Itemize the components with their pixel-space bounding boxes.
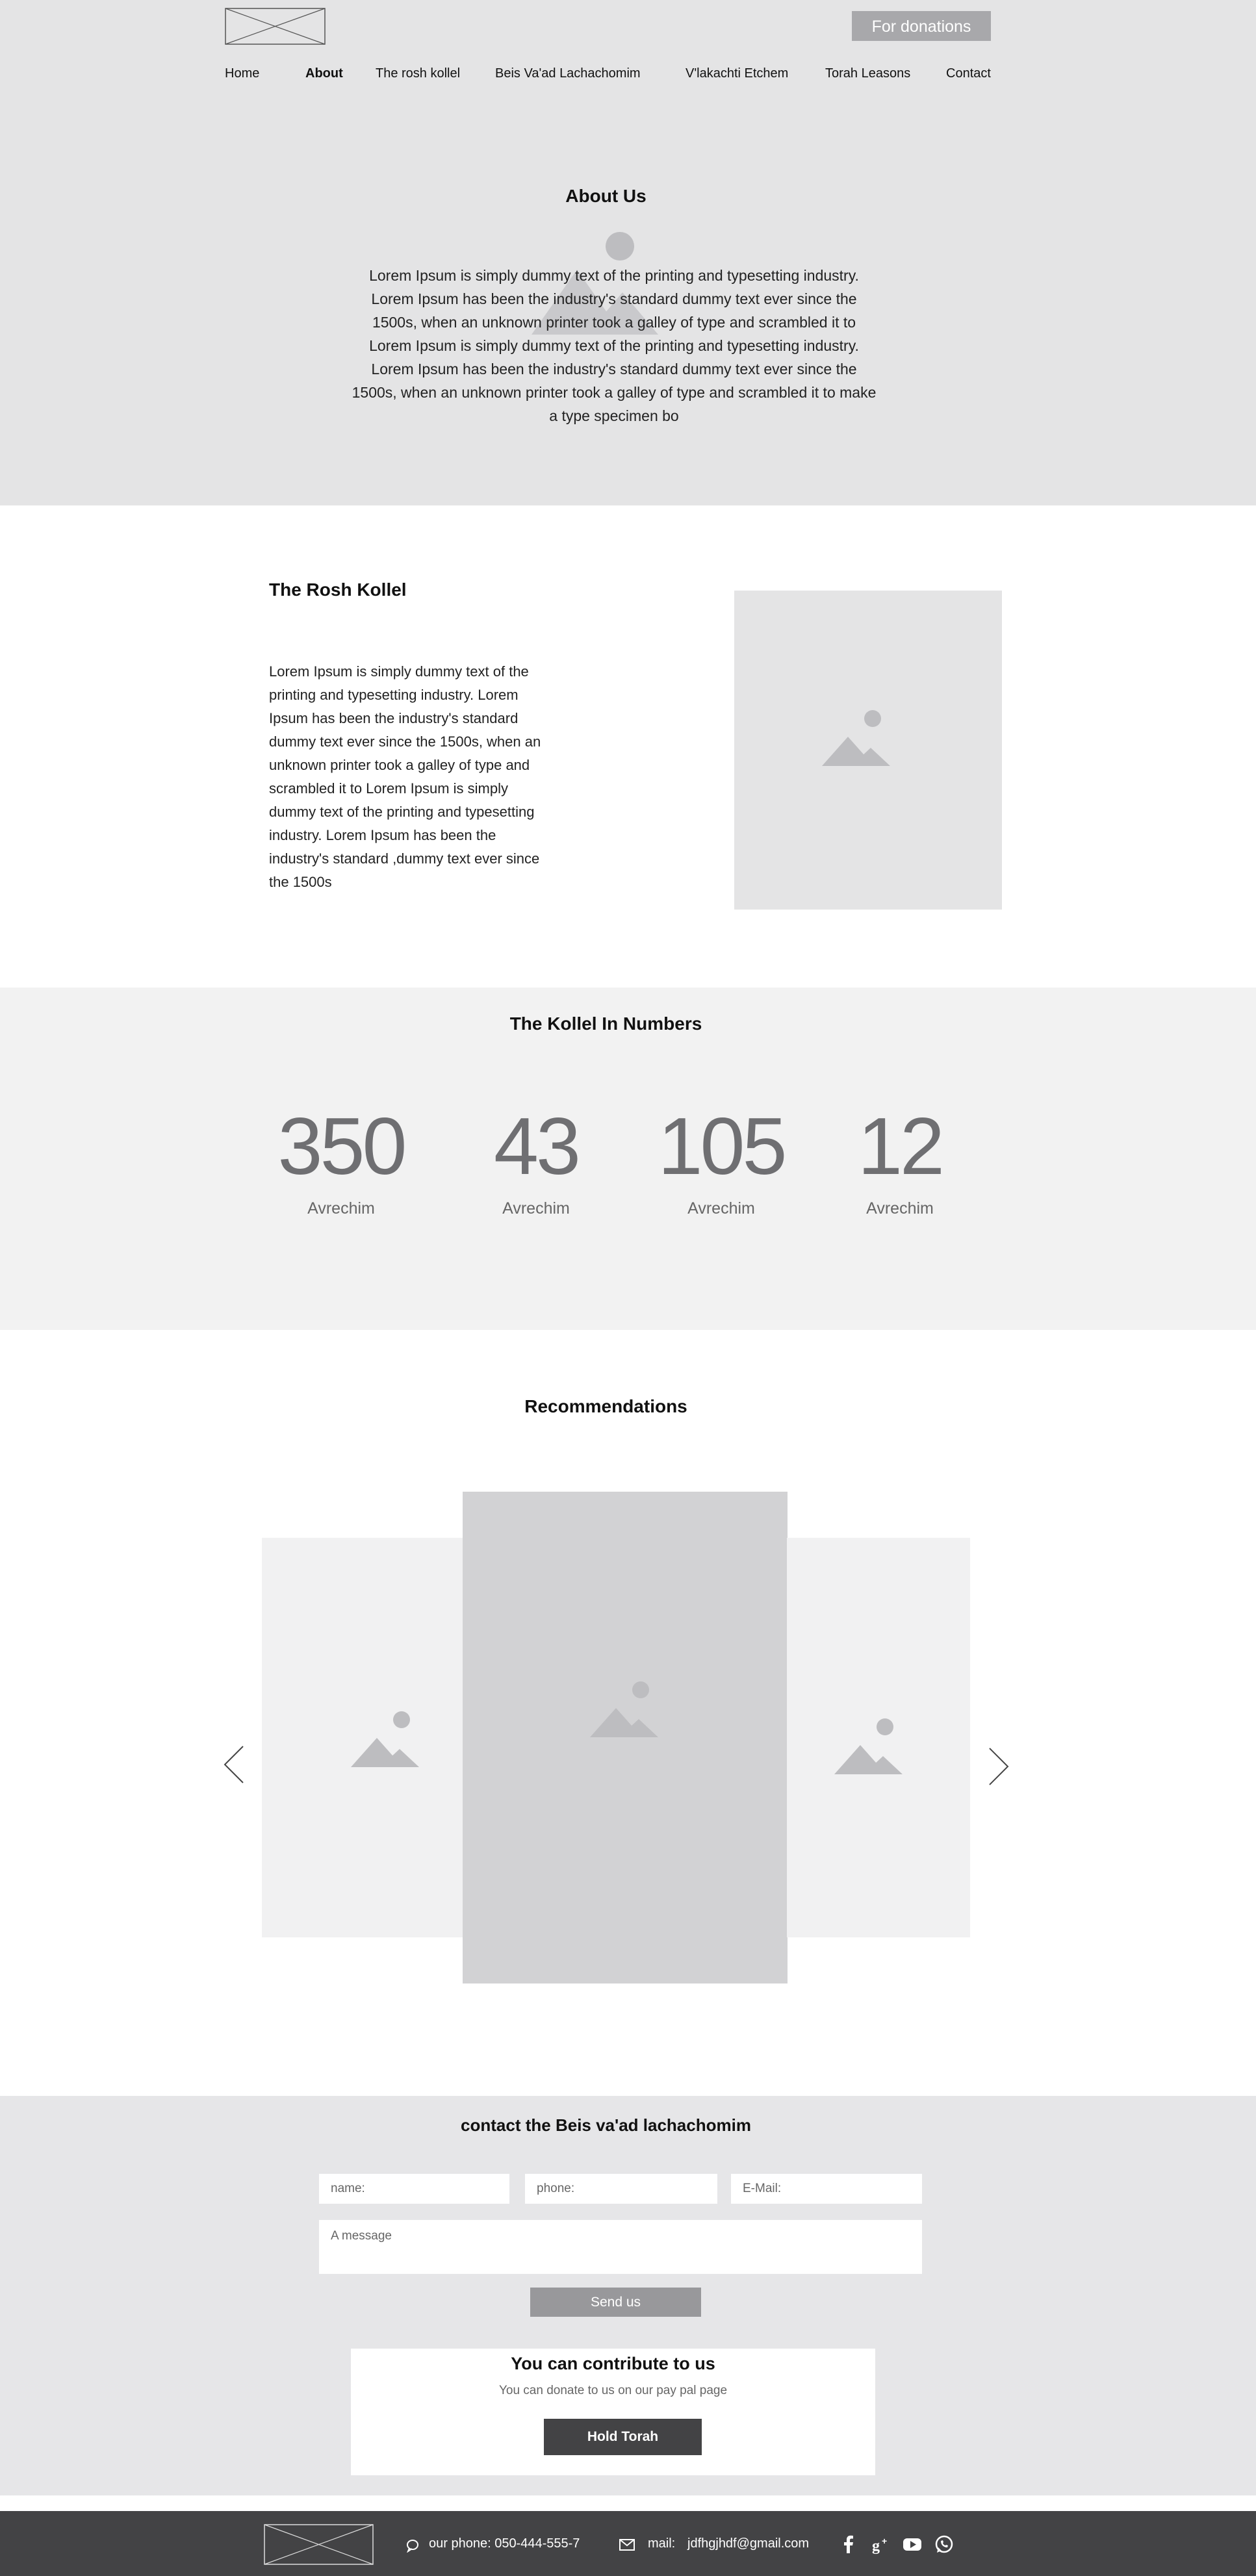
stat-label: Avrechim (687, 1199, 755, 1218)
stat-value: 350 (277, 1102, 407, 1192)
stat-value: 43 (494, 1102, 581, 1192)
rosh-kollel-title: The Rosh Kollel (269, 580, 407, 600)
recommendation-card[interactable] (262, 1538, 463, 1937)
svg-text:+: + (882, 2536, 887, 2546)
nav-vlakachti-etchem[interactable]: V'lakachti Etchem (686, 66, 788, 81)
rosh-kollel-text: Lorem Ipsum is simply dummy text of the … (269, 663, 541, 890)
contribute-title: You can contribute to us (511, 2354, 715, 2373)
hold-torah-button[interactable]: Hold Torah (544, 2419, 702, 2455)
donations-button[interactable]: For donations (852, 11, 991, 41)
recommendations-title: Recommendations (524, 1396, 687, 1416)
google-plus-icon[interactable]: g + (871, 2534, 891, 2555)
email-field[interactable] (731, 2174, 922, 2204)
name-field[interactable] (319, 2174, 509, 2204)
footer-mail-value[interactable]: jdfhgjhdf@gmail.com (687, 2536, 809, 2551)
chat-bubble-icon (407, 2540, 418, 2553)
nav-torah-lessons[interactable]: Torah Leasons (825, 66, 910, 81)
stat-label: Avrechim (307, 1199, 375, 1218)
nav-contact[interactable]: Contact (946, 66, 991, 81)
stat-item: 12 Avrechim (822, 1098, 978, 1218)
nav-about[interactable]: About (305, 66, 343, 81)
numbers-title: The Kollel In Numbers (509, 1014, 702, 1034)
stat-item: 105 Avrechim (643, 1098, 799, 1218)
stat-item: 43 Avrechim (458, 1098, 614, 1218)
svg-text:g: g (872, 2538, 880, 2555)
about-title: About Us (565, 186, 647, 206)
recommendation-card-active[interactable] (463, 1492, 788, 1983)
nav-home[interactable]: Home (225, 66, 259, 81)
nav-beis-vaad[interactable]: Beis Va'ad Lachachomim (495, 66, 641, 81)
facebook-icon[interactable] (838, 2534, 859, 2555)
contribute-subtitle: You can donate to us on our pay pal page (498, 2384, 728, 2397)
send-button[interactable]: Send us (530, 2288, 701, 2317)
nav-rosh-kollel[interactable]: The rosh kollel (376, 66, 460, 81)
stat-label: Avrechim (866, 1199, 934, 1218)
message-field[interactable] (319, 2220, 922, 2274)
image-placeholder-icon (590, 1681, 658, 1737)
logo[interactable] (225, 8, 326, 45)
numbers-section (0, 988, 1256, 1330)
footer-logo[interactable] (264, 2524, 374, 2565)
footer-mail-label: mail: (648, 2536, 676, 2551)
whatsapp-icon[interactable] (934, 2534, 955, 2555)
stat-item: 350 Avrechim (263, 1098, 419, 1218)
stat-value: 105 (658, 1102, 788, 1192)
youtube-icon[interactable] (902, 2534, 923, 2555)
stat-label: Avrechim (502, 1199, 570, 1218)
image-placeholder-icon (834, 1718, 903, 1774)
rosh-kollel-image (734, 591, 1002, 910)
mail-icon (619, 2539, 635, 2551)
footer-phone: our phone: 050-444-555-7 (429, 2536, 580, 2551)
image-placeholder-icon (822, 710, 890, 766)
contact-title: contact the Beis va'ad lachachomim (461, 2115, 751, 2135)
stat-value: 12 (858, 1102, 945, 1192)
about-text: Lorem Ipsum is simply dummy text of the … (352, 267, 877, 424)
image-placeholder-icon (351, 1711, 419, 1767)
carousel-next-arrow-icon[interactable] (984, 1747, 1010, 1786)
carousel-prev-arrow-icon[interactable] (222, 1745, 248, 1784)
recommendation-card[interactable] (787, 1538, 970, 1937)
phone-field[interactable] (525, 2174, 717, 2204)
